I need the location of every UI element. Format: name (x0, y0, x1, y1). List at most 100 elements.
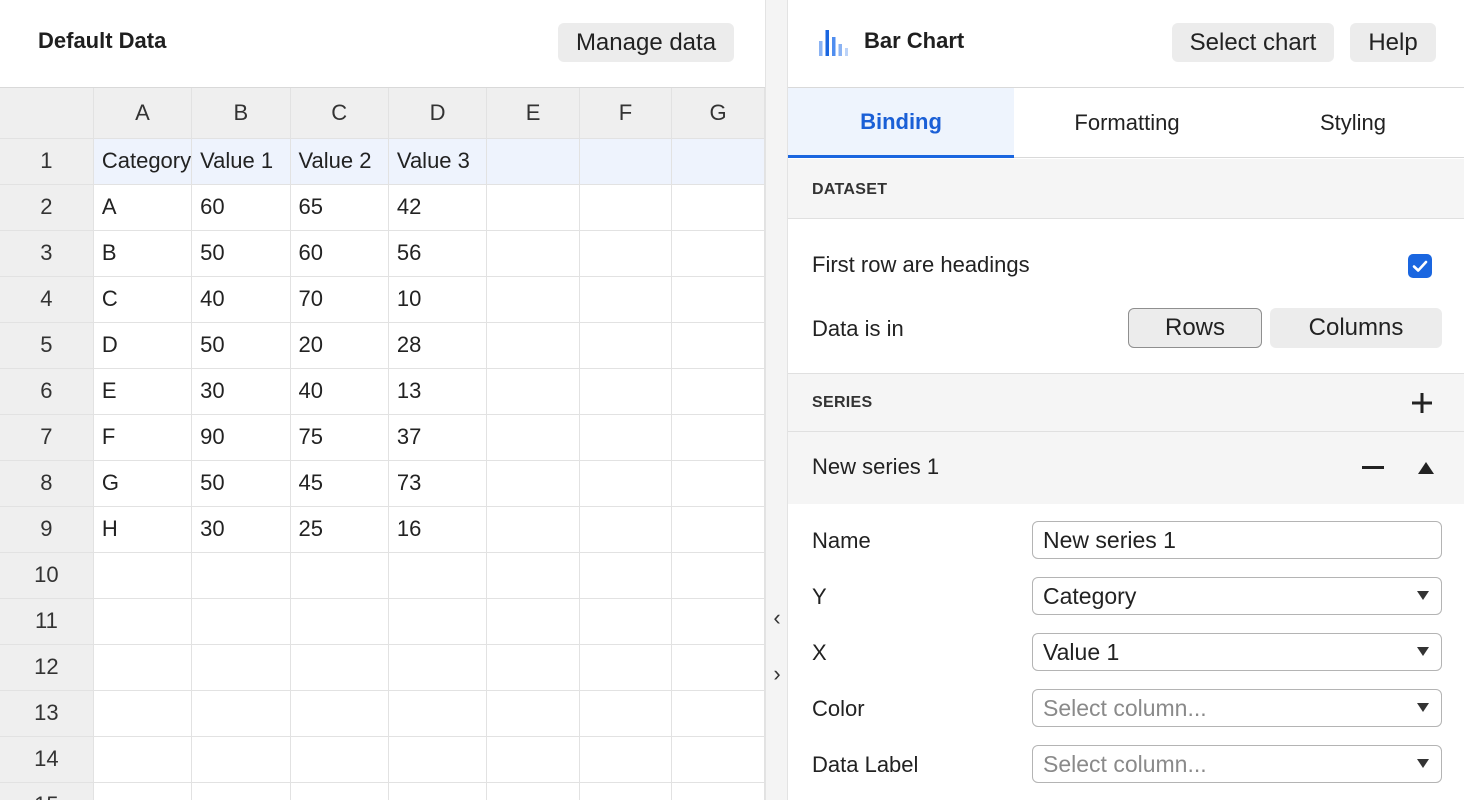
row-number-header[interactable]: 12 (0, 644, 94, 691)
grid-cell[interactable] (290, 644, 389, 691)
grid-cell[interactable] (579, 322, 673, 369)
column-header-f[interactable]: F (579, 88, 673, 139)
column-header-d[interactable]: D (388, 88, 488, 139)
grid-cell[interactable] (486, 690, 580, 737)
select-chart-button[interactable]: Select chart (1172, 23, 1334, 62)
row-number-header[interactable]: 4 (0, 276, 94, 323)
caret-up-icon[interactable] (1418, 462, 1434, 474)
grid-cell[interactable] (388, 782, 488, 800)
color-column-select[interactable]: Select column... (1032, 689, 1442, 727)
grid-cell[interactable] (579, 368, 673, 415)
grid-cell[interactable] (671, 368, 765, 415)
grid-cell[interactable] (486, 414, 580, 461)
chevron-left-icon[interactable]: ‹ (770, 607, 784, 629)
grid-cell[interactable]: G (93, 460, 193, 507)
grid-cell[interactable]: H (93, 506, 193, 553)
grid-cell[interactable]: 37 (388, 414, 488, 461)
grid-cell[interactable] (93, 644, 193, 691)
column-header-b[interactable]: B (191, 88, 291, 139)
x-column-select[interactable]: Value 1 (1032, 633, 1442, 671)
plus-icon[interactable] (1411, 392, 1433, 414)
grid-cell[interactable] (579, 736, 673, 783)
data-label-column-select[interactable]: Select column... (1032, 745, 1442, 783)
row-number-header[interactable]: 1 (0, 138, 94, 185)
grid-cell[interactable] (290, 690, 389, 737)
grid-cell[interactable]: A (93, 184, 193, 231)
grid-cell[interactable]: C (93, 276, 193, 323)
grid-cell[interactable] (93, 782, 193, 800)
tab-styling[interactable]: Styling (1240, 88, 1464, 158)
grid-cell[interactable] (191, 690, 291, 737)
grid-cell[interactable] (486, 138, 580, 185)
grid-cell[interactable] (93, 736, 193, 783)
grid-cell[interactable] (191, 598, 291, 645)
grid-cell[interactable] (93, 690, 193, 737)
grid-cell[interactable]: 30 (191, 368, 291, 415)
rows-toggle-button[interactable]: Rows (1128, 308, 1262, 348)
columns-toggle-button[interactable]: Columns (1270, 308, 1442, 348)
grid-cell[interactable]: B (93, 230, 193, 277)
grid-cell[interactable] (486, 276, 580, 323)
grid-cell[interactable]: 25 (290, 506, 389, 553)
row-number-header[interactable]: 15 (0, 782, 94, 800)
grid-cell[interactable]: Value 1 (191, 138, 291, 185)
grid-cell[interactable] (388, 736, 488, 783)
grid-cell[interactable] (290, 598, 389, 645)
grid-cell[interactable] (486, 506, 580, 553)
grid-cell[interactable]: 13 (388, 368, 488, 415)
grid-cell[interactable] (486, 368, 580, 415)
row-number-header[interactable]: 6 (0, 368, 94, 415)
grid-cell[interactable] (579, 276, 673, 323)
grid-cell[interactable] (671, 460, 765, 507)
y-column-select[interactable]: Category (1032, 577, 1442, 615)
grid-cell[interactable]: 40 (191, 276, 291, 323)
grid-cell[interactable] (671, 138, 765, 185)
minus-icon[interactable] (1362, 466, 1384, 470)
grid-cell[interactable] (579, 644, 673, 691)
grid-cell[interactable]: 28 (388, 322, 488, 369)
grid-cell[interactable]: 65 (290, 184, 389, 231)
grid-cell[interactable] (486, 230, 580, 277)
column-header-c[interactable]: C (290, 88, 389, 139)
column-header-g[interactable]: G (671, 88, 765, 139)
grid-cell[interactable] (579, 230, 673, 277)
grid-cell[interactable]: 60 (191, 184, 291, 231)
row-number-header[interactable]: 5 (0, 322, 94, 369)
grid-corner[interactable] (0, 88, 94, 139)
grid-cell[interactable] (579, 782, 673, 800)
grid-cell[interactable] (671, 276, 765, 323)
grid-cell[interactable]: 42 (388, 184, 488, 231)
grid-cell[interactable] (671, 552, 765, 599)
grid-cell[interactable]: 45 (290, 460, 389, 507)
row-number-header[interactable]: 3 (0, 230, 94, 277)
grid-cell[interactable] (671, 322, 765, 369)
grid-cell[interactable]: 50 (191, 322, 291, 369)
grid-cell[interactable] (388, 644, 488, 691)
grid-cell[interactable] (191, 552, 291, 599)
grid-cell[interactable]: 30 (191, 506, 291, 553)
grid-cell[interactable]: 70 (290, 276, 389, 323)
grid-cell[interactable]: E (93, 368, 193, 415)
grid-cell[interactable]: 90 (191, 414, 291, 461)
grid-cell[interactable] (486, 782, 580, 800)
grid-cell[interactable] (486, 184, 580, 231)
grid-cell[interactable] (671, 644, 765, 691)
grid-cell[interactable] (579, 184, 673, 231)
grid-cell[interactable] (671, 414, 765, 461)
row-number-header[interactable]: 11 (0, 598, 94, 645)
row-number-header[interactable]: 2 (0, 184, 94, 231)
grid-cell[interactable] (671, 506, 765, 553)
pane-splitter[interactable]: ‹ › (765, 0, 788, 800)
grid-cell[interactable] (671, 230, 765, 277)
grid-cell[interactable] (388, 552, 488, 599)
grid-cell[interactable] (671, 690, 765, 737)
grid-cell[interactable]: 75 (290, 414, 389, 461)
chevron-right-icon[interactable]: › (770, 663, 784, 685)
manage-data-button[interactable]: Manage data (558, 23, 734, 62)
first-row-headings-checkbox[interactable] (1408, 254, 1432, 278)
row-number-header[interactable]: 14 (0, 736, 94, 783)
grid-cell[interactable]: Value 2 (290, 138, 389, 185)
column-header-e[interactable]: E (486, 88, 580, 139)
grid-cell[interactable] (579, 690, 673, 737)
grid-cell[interactable] (486, 460, 580, 507)
